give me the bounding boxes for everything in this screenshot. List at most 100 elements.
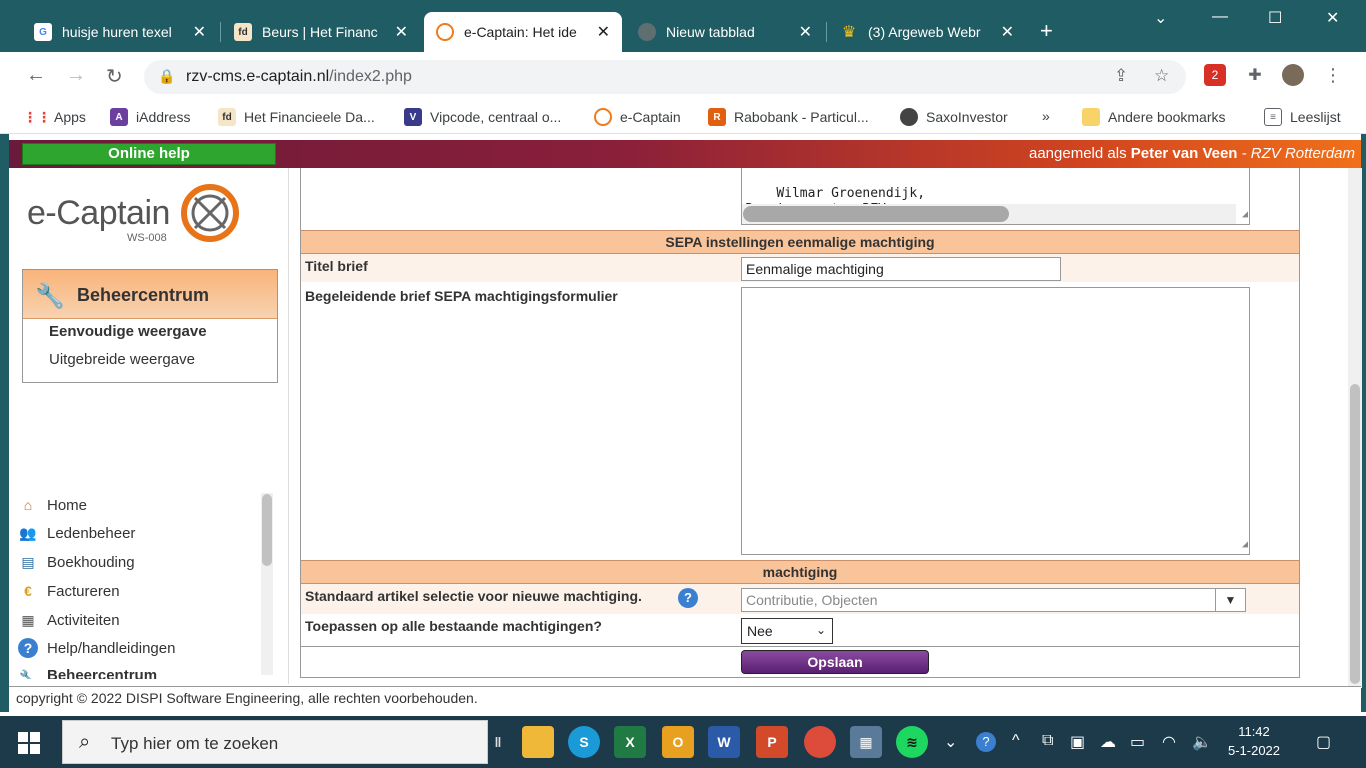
sidebar-scrollbar[interactable] xyxy=(261,493,273,675)
simple-view-link[interactable]: Eenvoudige weergave xyxy=(49,323,207,340)
close-icon[interactable]: ✕ xyxy=(1001,22,1014,42)
begeleidende-textarea[interactable]: ◢ xyxy=(741,287,1250,555)
close-icon[interactable]: ✕ xyxy=(193,22,206,42)
notification-icon[interactable]: ⧉ xyxy=(1042,732,1053,750)
minimize-button[interactable]: — xyxy=(1212,8,1228,26)
lock-icon[interactable]: 🔒 xyxy=(158,68,175,85)
browser-tab-1[interactable]: G huisje huren texel ✕ xyxy=(22,12,218,52)
battery-icon[interactable]: ▭ xyxy=(1130,732,1145,752)
online-help-button[interactable]: Online help xyxy=(22,143,276,165)
taskbar-clock[interactable]: 11:42 5-1-2022 xyxy=(1226,722,1282,760)
cloud-icon[interactable]: ☁ xyxy=(1100,732,1116,752)
file-explorer-icon[interactable] xyxy=(522,726,554,758)
menu-item-beheercentrum[interactable]: 🔧 Beheercentrum xyxy=(18,667,157,679)
tab-search-icon[interactable]: ⌄ xyxy=(1154,8,1167,28)
bookmark-fd[interactable]: fd Het Financieele Da... xyxy=(218,108,375,126)
org-name: - RZV Rotterdam xyxy=(1237,145,1355,162)
artikel-select[interactable]: Contributie, Objecten ▼ xyxy=(741,588,1246,612)
bookmark-iaddress[interactable]: A iAddress xyxy=(110,108,190,126)
spotify-icon[interactable]: ≋ xyxy=(896,726,928,758)
forward-icon[interactable]: → xyxy=(66,64,86,87)
scrollbar-thumb[interactable] xyxy=(262,494,272,566)
bookmarks-overflow-button[interactable]: » xyxy=(1042,108,1050,124)
task-view-icon[interactable]: ‖ xyxy=(494,726,502,758)
puzzle-icon[interactable]: ✚ xyxy=(1244,64,1266,86)
resize-handle-icon[interactable]: ◢ xyxy=(1242,537,1248,553)
skype-icon[interactable]: S xyxy=(568,726,600,758)
menu-item-help[interactable]: ? Help/handleidingen xyxy=(18,638,175,658)
textarea-scrollbar[interactable] xyxy=(742,204,1236,224)
chevron-down-icon[interactable]: ▼ xyxy=(1215,589,1245,611)
titel-input[interactable] xyxy=(741,257,1061,281)
star-icon[interactable]: ☆ xyxy=(1154,66,1169,86)
menu-item-ledenbeheer[interactable]: 👥 Ledenbeheer xyxy=(18,523,135,543)
chevron-up-icon[interactable]: ^ xyxy=(1012,732,1020,750)
help-tray-icon[interactable]: ? xyxy=(976,732,996,752)
badge-icon[interactable]: ▣ xyxy=(1070,732,1085,752)
bookmark-saxo[interactable]: SaxoInvestor xyxy=(900,108,1008,126)
action-center-icon[interactable]: ▢ xyxy=(1316,732,1331,752)
artikel-placeholder: Contributie, Objecten xyxy=(746,592,878,608)
bookmark-rabobank[interactable]: R Rabobank - Particul... xyxy=(708,108,869,126)
menu-item-factureren[interactable]: € Factureren xyxy=(18,581,119,601)
reading-list[interactable]: ≡ Leeslijst xyxy=(1264,108,1341,126)
new-tab-button[interactable]: + xyxy=(1040,18,1053,44)
menu-item-activiteiten[interactable]: ▦ Activiteiten xyxy=(18,610,119,630)
ecaptain-logo[interactable]: e-Captain WS-008 xyxy=(27,184,267,256)
save-button[interactable]: Opslaan xyxy=(741,650,929,674)
calculator-icon[interactable]: ▦ xyxy=(850,726,882,758)
volume-icon[interactable]: 🔈 xyxy=(1192,732,1212,752)
bookmark-other[interactable]: Andere bookmarks xyxy=(1082,108,1226,126)
fd-icon: fd xyxy=(218,108,236,126)
menu-item-boekhouding[interactable]: ▤ Boekhouding xyxy=(18,552,134,572)
close-icon[interactable]: ✕ xyxy=(597,22,610,42)
tab-label: huisje huren texel xyxy=(62,24,172,40)
address-bar[interactable]: 🔒 rzv-cms.e-captain.nl/index2.php ⇪ ☆ xyxy=(144,60,1186,94)
resize-handle-icon[interactable]: ◢ xyxy=(1242,207,1248,223)
powerpoint-icon[interactable]: P xyxy=(756,726,788,758)
chevron-down-icon[interactable]: ⌄ xyxy=(944,732,957,752)
close-window-button[interactable]: ✕ xyxy=(1326,8,1339,28)
extended-view-link[interactable]: Uitgebreide weergave xyxy=(49,351,195,368)
search-placeholder: Typ hier om te zoeken xyxy=(111,734,279,753)
avatar[interactable] xyxy=(1282,64,1304,86)
menu-dots-icon[interactable]: ⋮ xyxy=(1322,64,1344,86)
scrollbar-thumb[interactable] xyxy=(743,206,1009,222)
wifi-icon[interactable]: ◠ xyxy=(1162,732,1176,752)
windows-taskbar: ⌕ Typ hier om te zoeken ‖ S X O W P ▦ ≋ … xyxy=(0,716,1366,768)
back-icon[interactable]: ← xyxy=(26,64,46,87)
close-icon[interactable]: ✕ xyxy=(799,22,812,42)
browser-tab-4[interactable]: Nieuw tabblad ✕ xyxy=(626,12,824,52)
close-icon[interactable]: ✕ xyxy=(395,22,408,42)
outlook-icon[interactable]: O xyxy=(662,726,694,758)
clock-date: 5-1-2022 xyxy=(1227,743,1281,758)
bookmark-ecaptain[interactable]: e-Captain xyxy=(594,108,681,126)
help-icon[interactable]: ? xyxy=(678,588,698,608)
reload-icon[interactable]: ↻ xyxy=(106,64,123,89)
tab-label: e-Captain: Het ide xyxy=(464,24,577,40)
bookmark-label: Het Financieele Da... xyxy=(244,109,375,125)
extension-badge-icon[interactable]: 2 xyxy=(1204,64,1226,86)
excel-icon[interactable]: X xyxy=(614,726,646,758)
browser-tab-2[interactable]: fd Beurs | Het Financ ✕ xyxy=(222,12,420,52)
menu-item-home[interactable]: ⌂ Home xyxy=(18,495,87,515)
tab-separator xyxy=(826,22,827,42)
toepassen-select[interactable]: Nee ⌄ xyxy=(741,618,833,644)
windows-start-icon[interactable] xyxy=(18,732,40,754)
share-icon[interactable]: ⇪ xyxy=(1114,66,1128,86)
bookmark-apps[interactable]: ⋮⋮ Apps xyxy=(23,108,86,126)
maximize-button[interactable]: ☐ xyxy=(1268,8,1282,28)
signature-textarea[interactable]: Wilmar Groenendijk, Penningmeester RZV. … xyxy=(741,168,1250,225)
bookmark-vipcode[interactable]: V Vipcode, centraal o... xyxy=(404,108,561,126)
browser-tab-3[interactable]: e-Captain: Het ide ✕ xyxy=(424,12,622,52)
chrome-icon[interactable] xyxy=(804,726,836,758)
taskbar-search[interactable]: ⌕ Typ hier om te zoeken xyxy=(62,720,488,764)
bookmark-label: SaxoInvestor xyxy=(926,109,1008,125)
folder-icon xyxy=(1082,108,1100,126)
fd-icon: fd xyxy=(234,23,252,41)
word-icon[interactable]: W xyxy=(708,726,740,758)
page-scrollbar[interactable] xyxy=(1348,168,1362,688)
scrollbar-thumb[interactable] xyxy=(1350,384,1360,684)
browser-tab-5[interactable]: ♛ (3) Argeweb Webr ✕ xyxy=(828,12,1026,52)
chrome-icon xyxy=(638,23,656,41)
